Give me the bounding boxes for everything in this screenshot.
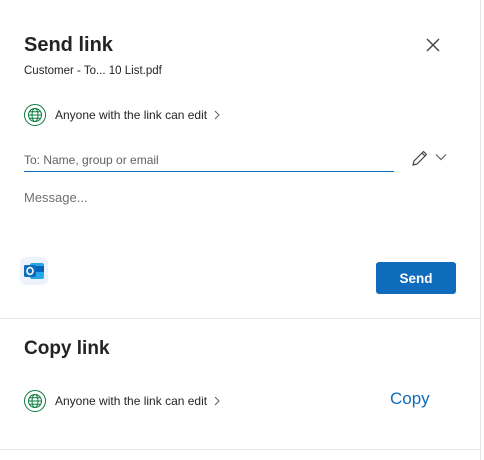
close-icon[interactable] [422,34,444,56]
share-dialog: Send link Customer - To... 10 List.pdf A… [0,0,481,460]
message-field[interactable] [24,190,444,230]
copy-permission-button[interactable]: Anyone with the link can edit [24,390,221,412]
bottom-divider [0,449,480,450]
send-permission-label: Anyone with the link can edit [55,108,208,122]
send-permission-button[interactable]: Anyone with the link can edit [24,104,221,126]
globe-icon [24,390,46,412]
outlook-icon[interactable] [20,257,48,285]
section-divider [0,318,480,319]
chevron-right-icon [214,396,220,406]
send-link-title: Send link [24,34,113,56]
pencil-icon[interactable] [410,148,430,168]
chevron-right-icon [214,110,220,120]
globe-icon [24,104,46,126]
send-button[interactable]: Send [376,262,456,294]
chevron-down-icon[interactable] [434,150,448,164]
copy-link-title: Copy link [24,338,110,359]
recipient-input[interactable] [24,149,394,172]
copy-button[interactable]: Copy [384,389,436,409]
file-name: Customer - To... 10 List.pdf [24,65,162,77]
copy-permission-label: Anyone with the link can edit [55,394,208,408]
